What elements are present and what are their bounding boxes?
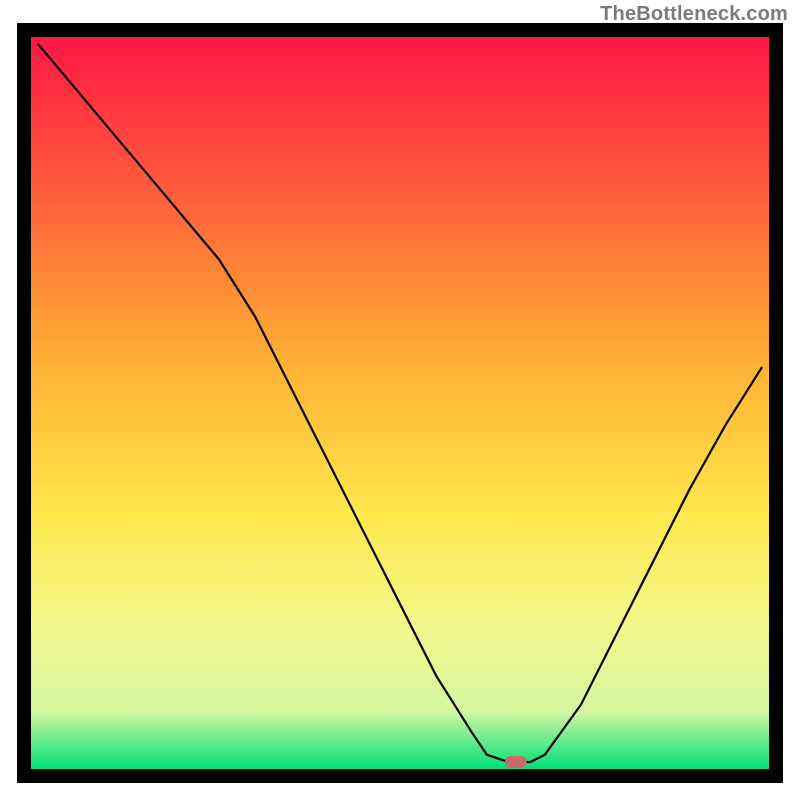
optimal-marker — [505, 756, 527, 768]
watermark-text: TheBottleneck.com — [600, 4, 788, 24]
chart-background — [31, 37, 769, 769]
bottleneck-chart — [0, 0, 800, 800]
